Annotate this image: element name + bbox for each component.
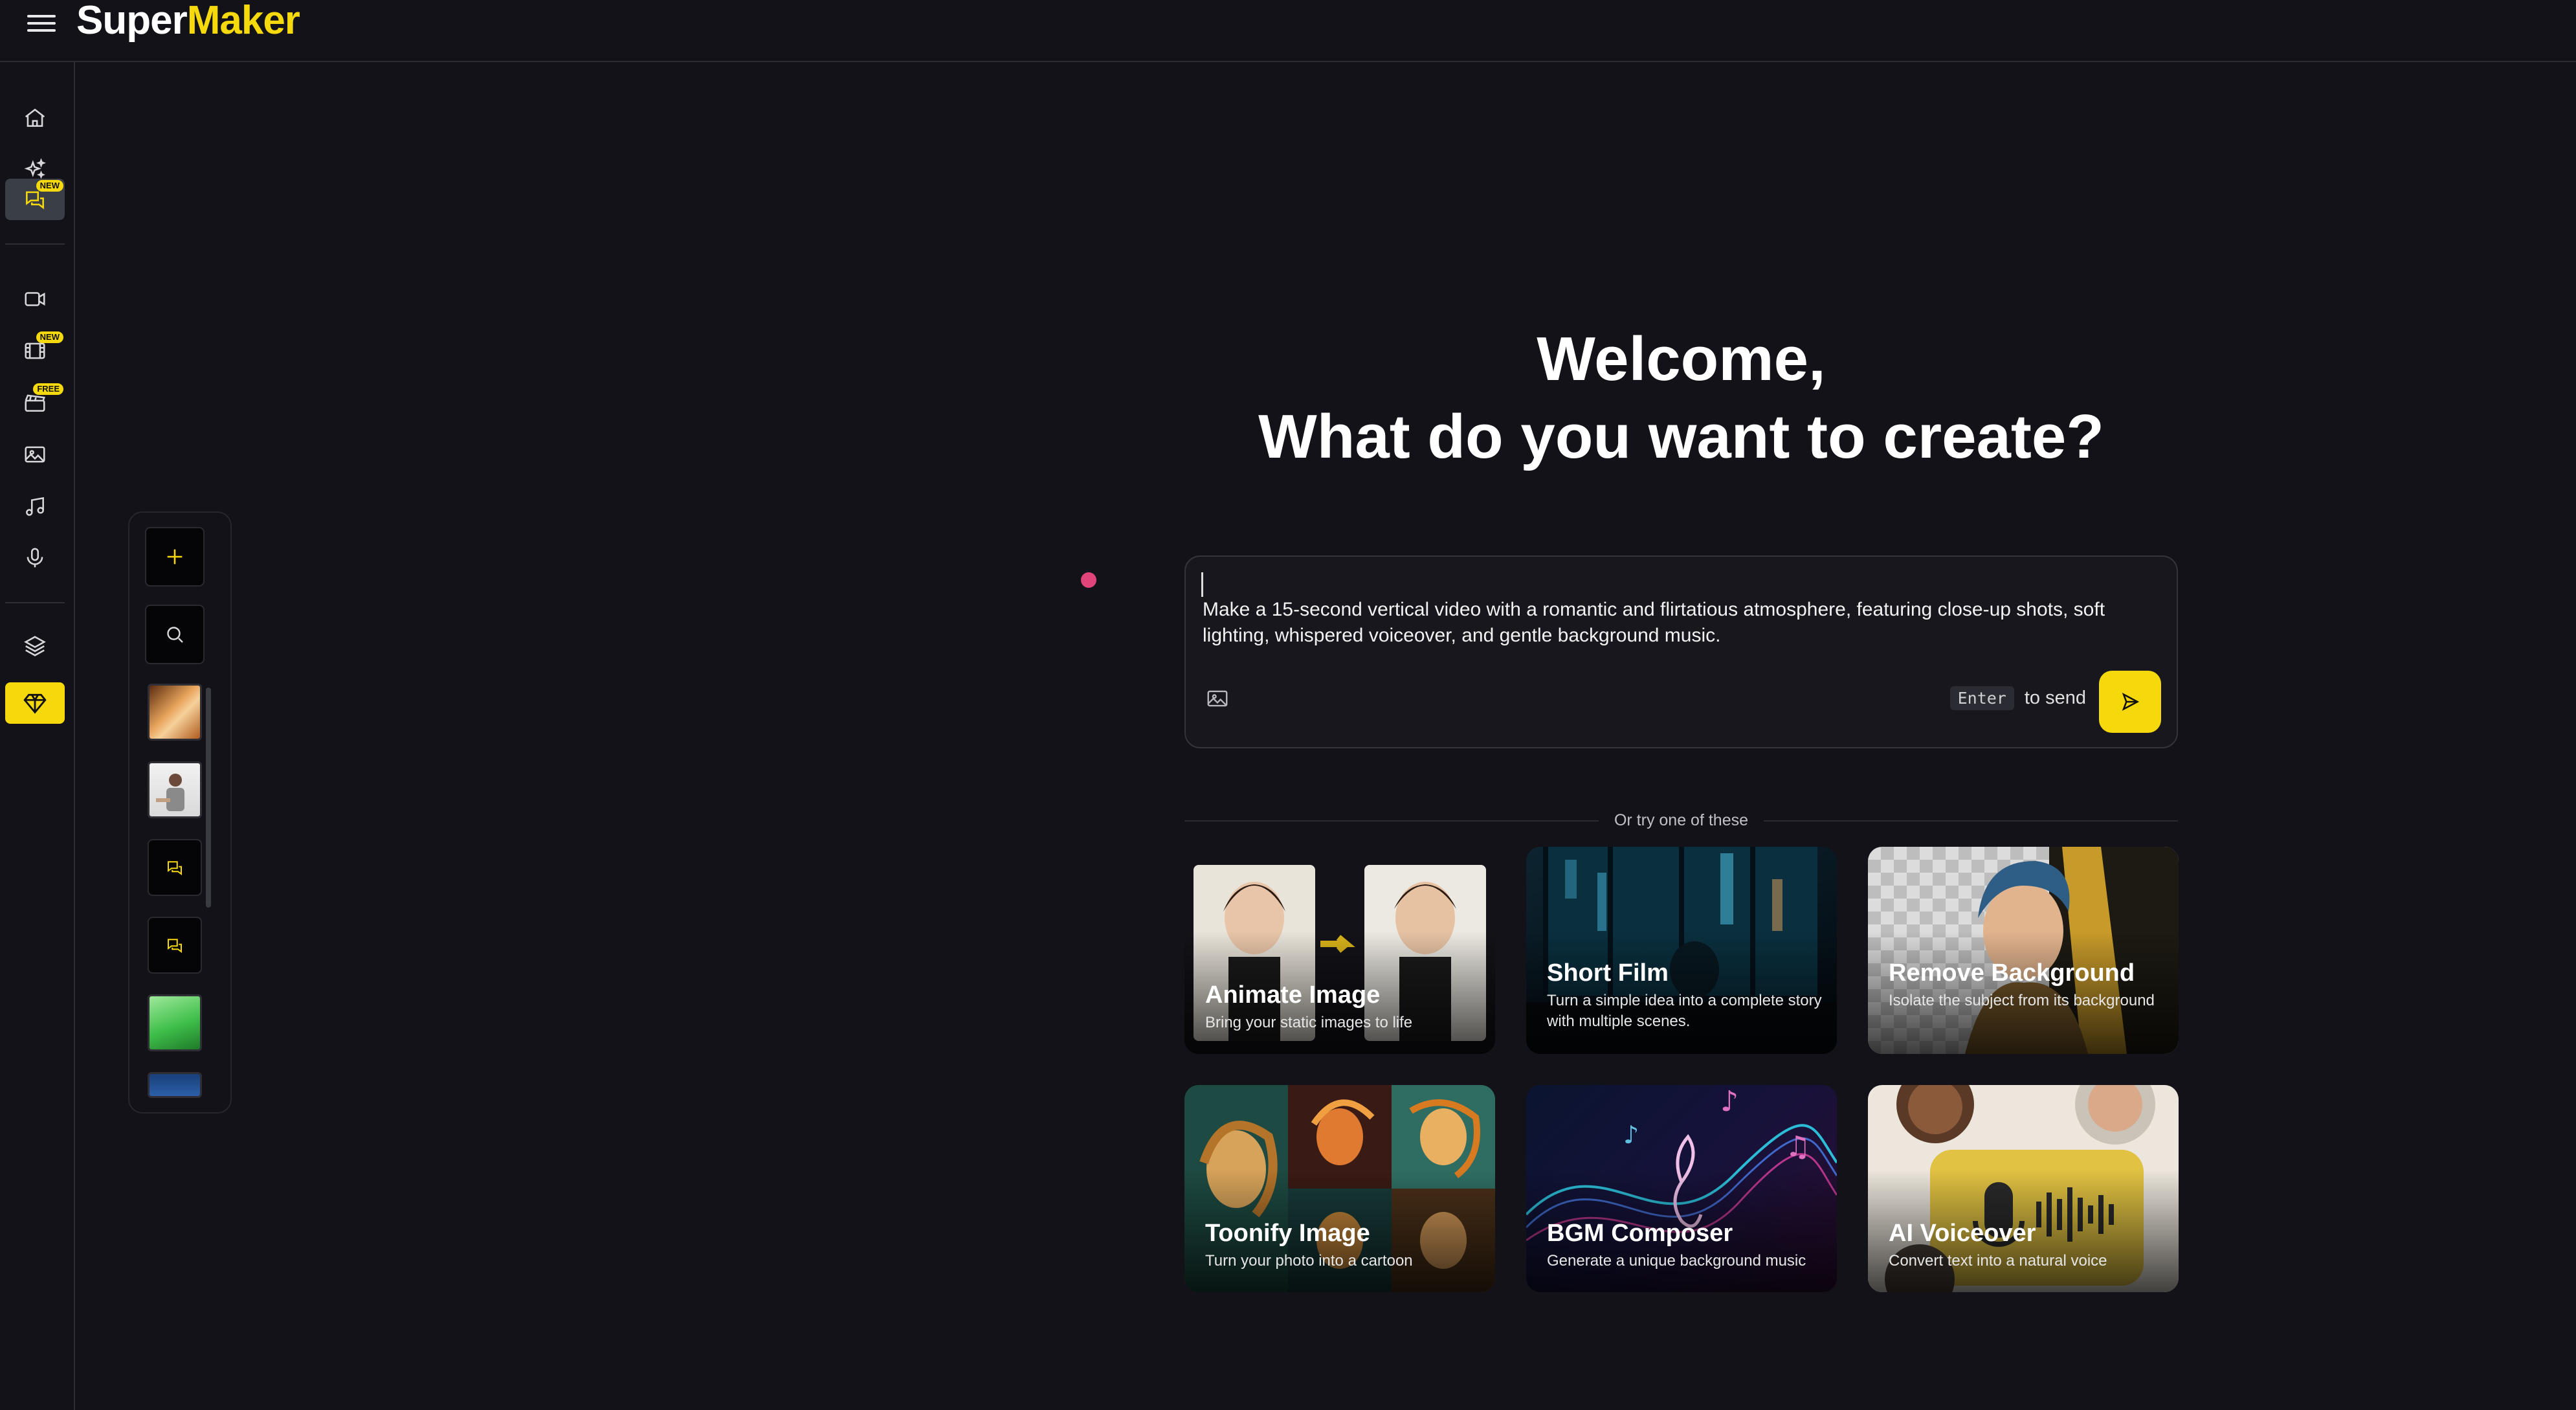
diamond-icon bbox=[23, 693, 47, 714]
history-chat-item[interactable] bbox=[148, 917, 202, 974]
send-icon bbox=[2122, 692, 2140, 711]
card-title: Remove Background bbox=[1889, 959, 2135, 987]
image-icon bbox=[25, 446, 45, 463]
plus-icon bbox=[167, 549, 183, 565]
history-thumbnail[interactable] bbox=[148, 761, 202, 818]
svg-text:♪: ♪ bbox=[1720, 1085, 1738, 1118]
card-description: Turn your photo into a cartoon bbox=[1205, 1252, 1413, 1270]
new-badge: NEW bbox=[36, 331, 63, 343]
card-toonify-image[interactable]: Toonify Image Turn your photo into a car… bbox=[1184, 1085, 1495, 1292]
card-bgm-composer[interactable]: ♪ ♫ ♪ BGM Composer Generate a unique bac… bbox=[1526, 1085, 1837, 1292]
sidebar-item-video[interactable] bbox=[5, 278, 65, 320]
card-description: Turn a simple idea into a complete story… bbox=[1547, 992, 1822, 1030]
chat-icon bbox=[168, 939, 182, 953]
home-icon bbox=[25, 108, 45, 127]
card-description: Isolate the subject from its background bbox=[1889, 992, 2155, 1009]
cursor-indicator bbox=[1081, 572, 1096, 588]
sidebar-item-chat[interactable]: NEW bbox=[5, 179, 65, 220]
prompt-text[interactable]: Make a 15-second vertical video with a r… bbox=[1203, 597, 2160, 649]
card-short-film[interactable]: Short Film Turn a simple idea into a com… bbox=[1526, 847, 1837, 1054]
history-thumbnail[interactable] bbox=[148, 994, 202, 1051]
image-icon bbox=[1207, 690, 1228, 707]
logo[interactable]: SuperMaker bbox=[76, 0, 300, 43]
sidebar-item-music[interactable] bbox=[5, 486, 65, 527]
send-hint-text: to send bbox=[2024, 688, 2086, 708]
search-icon bbox=[167, 627, 183, 643]
video-camera-icon bbox=[25, 292, 45, 306]
card-description: Convert text into a natural voice bbox=[1889, 1252, 2107, 1270]
sidebar-item-voice[interactable] bbox=[5, 537, 65, 579]
sidebar-item-image[interactable] bbox=[5, 434, 65, 475]
card-title: Toonify Image bbox=[1205, 1220, 1370, 1247]
menu-icon[interactable] bbox=[27, 10, 56, 34]
suggestions-label: Or try one of these bbox=[1599, 809, 1764, 831]
history-thumbnail[interactable] bbox=[148, 1072, 202, 1098]
sidebar-item-home[interactable] bbox=[5, 97, 65, 139]
layers-icon bbox=[24, 636, 46, 656]
microphone-icon bbox=[27, 548, 43, 568]
sidebar-item-clapper[interactable]: FREE bbox=[5, 382, 65, 423]
card-title: Animate Image bbox=[1205, 981, 1381, 1009]
top-bar: SuperMaker bbox=[0, 0, 2576, 62]
card-title: AI Voiceover bbox=[1889, 1220, 2036, 1247]
card-description: Generate a unique background music bbox=[1547, 1252, 1806, 1270]
music-note-icon bbox=[26, 497, 44, 516]
history-scrollbar[interactable] bbox=[206, 688, 211, 908]
card-description: Bring your static images to life bbox=[1205, 1014, 1413, 1031]
new-badge: NEW bbox=[36, 180, 63, 192]
new-project-button[interactable] bbox=[145, 527, 205, 587]
search-button[interactable] bbox=[145, 605, 205, 664]
card-remove-background[interactable]: Remove Background Isolate the subject fr… bbox=[1868, 847, 2179, 1054]
upload-image-button[interactable] bbox=[1205, 686, 1230, 711]
sidebar-item-layers[interactable] bbox=[5, 625, 65, 667]
sidebar-divider bbox=[5, 243, 65, 245]
sidebar-item-film[interactable]: NEW bbox=[5, 330, 65, 372]
send-button[interactable] bbox=[2099, 671, 2161, 733]
free-badge: FREE bbox=[33, 383, 63, 395]
sidebar-divider bbox=[5, 602, 65, 603]
prompt-input[interactable]: Make a 15-second vertical video with a r… bbox=[1184, 555, 2178, 748]
card-title: BGM Composer bbox=[1547, 1220, 1733, 1247]
card-ai-voiceover[interactable]: AI Voiceover Convert text into a natural… bbox=[1868, 1085, 2179, 1292]
welcome-heading: Welcome, What do you want to create? bbox=[1258, 324, 2104, 471]
sidebar: NEW NEW FREE bbox=[0, 62, 75, 1410]
enter-key: Enter bbox=[1949, 686, 2014, 710]
sidebar-item-premium[interactable] bbox=[5, 682, 65, 724]
chat-icon bbox=[168, 861, 182, 875]
person-photo bbox=[156, 774, 184, 811]
history-panel bbox=[128, 511, 232, 1113]
svg-text:♪: ♪ bbox=[1623, 1121, 1639, 1149]
card-animate-image[interactable]: Animate Image Bring your static images t… bbox=[1184, 847, 1495, 1054]
svg-text:♫: ♫ bbox=[1785, 1130, 1810, 1163]
card-title: Short Film bbox=[1547, 959, 1669, 987]
history-thumbnail[interactable] bbox=[148, 684, 202, 741]
text-caret bbox=[1201, 572, 1203, 597]
history-chat-item[interactable] bbox=[148, 839, 202, 896]
send-hint: Enter to send bbox=[1949, 686, 2086, 710]
